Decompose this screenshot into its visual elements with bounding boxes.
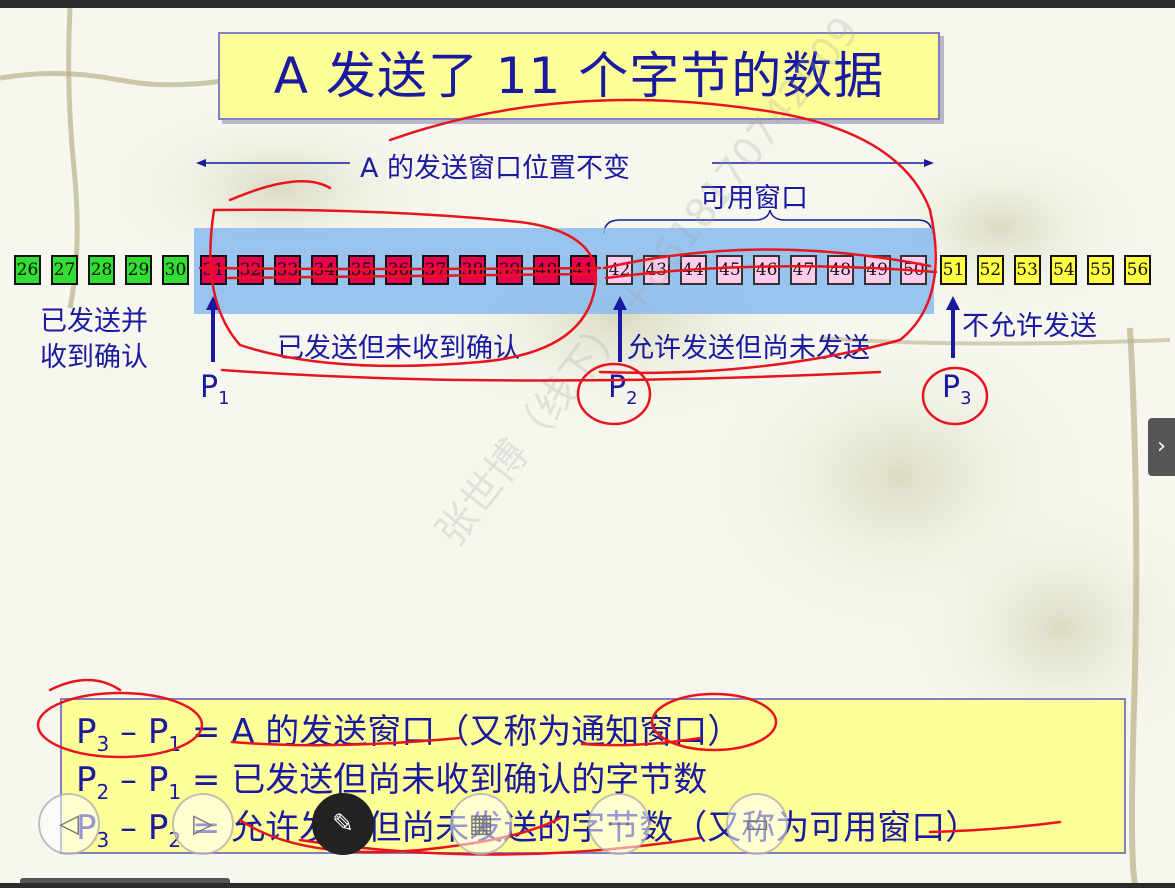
sent-not-acked-label: 已发送但未收到确认 — [277, 333, 520, 364]
pen-tool-button[interactable]: ✎ — [312, 793, 374, 855]
screen-icon: ▭ — [744, 809, 770, 839]
chevron-right-icon: › — [1157, 434, 1166, 459]
pointer-p3-label: P3 — [942, 370, 972, 409]
formula-window: P3 – P1 = A 的发送窗口（又称为通知窗口） — [76, 712, 742, 756]
side-panel-toggle[interactable]: › — [1148, 418, 1175, 476]
more-button[interactable]: ⋯ — [588, 793, 650, 855]
prev-slide-button[interactable]: ◁ — [38, 793, 100, 855]
allowed-not-sent-label: 允许发送但尚未发送 — [627, 333, 870, 364]
bottom-bar — [0, 883, 1175, 888]
grid-view-button[interactable]: ▦ — [450, 793, 512, 855]
prev-icon: ◁ — [59, 809, 79, 839]
pointer-p2-label: P2 — [608, 370, 638, 409]
more-icon: ⋯ — [606, 809, 632, 839]
next-slide-button[interactable]: ▷ — [172, 793, 234, 855]
sent-acked-label: 已发送并 收到确认 — [40, 306, 148, 373]
next-icon: ▷ — [193, 809, 213, 839]
not-allowed-label: 不允许发送 — [962, 311, 1097, 342]
pen-icon: ✎ — [332, 809, 354, 839]
grid-icon: ▦ — [468, 809, 494, 839]
pointer-p1-label: P1 — [200, 370, 230, 409]
screen-button[interactable]: ▭ — [726, 793, 788, 855]
